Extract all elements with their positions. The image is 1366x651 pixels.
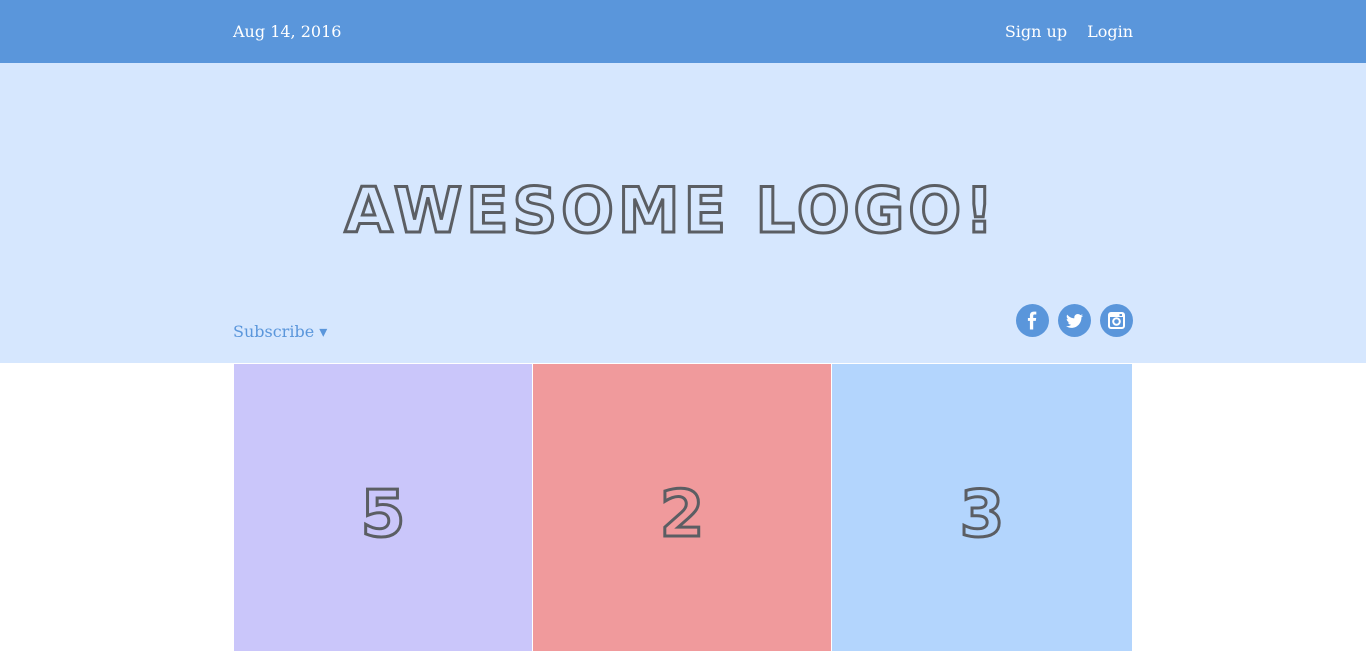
tile-grid: 5 2 3 <box>234 364 1134 651</box>
instagram-button[interactable] <box>1100 304 1133 337</box>
social-links <box>1016 304 1133 337</box>
top-nav: Sign up Login <box>1005 22 1133 42</box>
date-label: Aug 14, 2016 <box>233 22 342 41</box>
instagram-icon <box>1108 312 1125 329</box>
tile-number: 2 <box>658 477 706 552</box>
subscribe-dropdown[interactable]: Subscribe ▾ <box>233 322 327 342</box>
tile-number: 3 <box>958 477 1006 552</box>
site-logo[interactable]: AWESOME LOGO! <box>0 171 1342 251</box>
facebook-button[interactable] <box>1016 304 1049 337</box>
tile-1[interactable]: 5 <box>234 364 533 651</box>
tile-number: 5 <box>359 477 407 552</box>
twitter-icon <box>1066 314 1084 328</box>
sign-up-link[interactable]: Sign up <box>1005 22 1067 42</box>
tile-3[interactable]: 3 <box>832 364 1132 651</box>
facebook-icon <box>1027 311 1037 330</box>
top-bar: Aug 14, 2016 Sign up Login <box>0 0 1366 63</box>
login-link[interactable]: Login <box>1087 22 1133 42</box>
twitter-button[interactable] <box>1058 304 1091 337</box>
tile-2[interactable]: 2 <box>533 364 832 651</box>
site-header: AWESOME LOGO! Subscribe ▾ <box>0 63 1366 363</box>
